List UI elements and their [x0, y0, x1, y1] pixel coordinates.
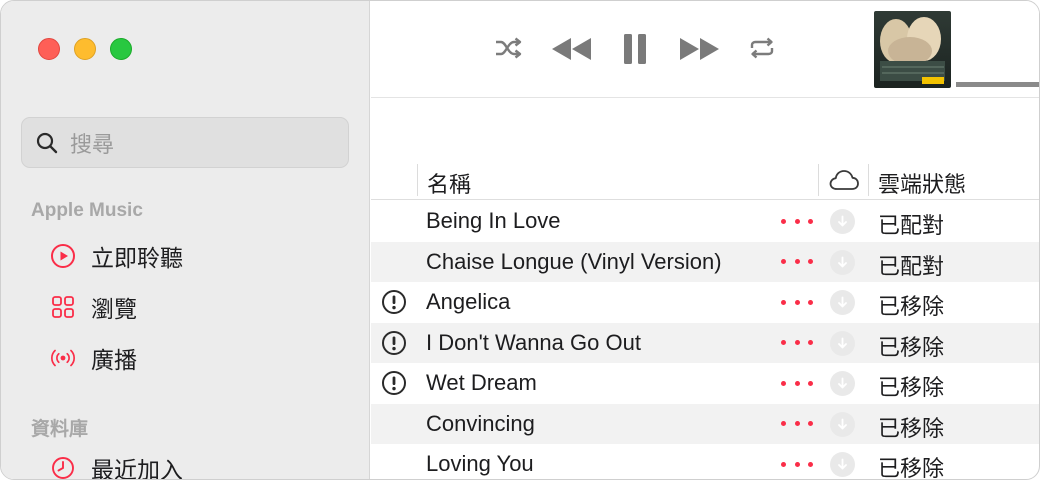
column-divider — [868, 164, 869, 196]
alert-icon[interactable] — [381, 370, 407, 396]
more-options-icon[interactable] — [781, 370, 813, 396]
clock-icon — [49, 454, 77, 479]
minimize-window-button[interactable] — [74, 38, 96, 60]
rewind-button[interactable] — [548, 34, 594, 64]
fast-forward-button[interactable] — [677, 34, 723, 64]
cloud-icon — [829, 170, 859, 190]
sidebar-item-label: 瀏覽 — [91, 296, 137, 322]
song-row[interactable]: Chaise Longue (Vinyl Version) 已配對 — [371, 241, 1039, 282]
search-placeholder: 搜尋 — [70, 131, 115, 157]
song-title: Loving You — [426, 451, 534, 476]
song-row[interactable]: Being In Love 已配對 — [371, 201, 1039, 242]
song-title: Convincing — [426, 410, 535, 436]
more-options-icon[interactable] — [781, 249, 813, 275]
sidebar-item-browse[interactable]: 瀏覽 — [49, 290, 137, 324]
download-icon[interactable] — [830, 249, 855, 275]
song-row[interactable]: Convincing 已移除 — [371, 403, 1039, 444]
repeat-button[interactable] — [747, 35, 777, 61]
cloud-status: 已配對 — [878, 253, 945, 279]
download-icon[interactable] — [830, 290, 855, 315]
section-title-apple-music: Apple Music — [31, 200, 143, 221]
shuffle-icon — [496, 37, 522, 59]
sidebar-item-label: 立即聆聽 — [91, 245, 183, 271]
search-field[interactable]: 搜尋 — [21, 117, 349, 168]
section-title-library: 資料庫 — [31, 419, 89, 440]
close-window-button[interactable] — [38, 38, 60, 60]
column-header-row: 名稱 雲端狀態 — [371, 160, 1039, 200]
pause-icon — [624, 34, 646, 64]
playback-toolbar — [371, 1, 1039, 98]
play-circle-icon — [49, 242, 77, 270]
playback-progress-bar[interactable] — [956, 82, 1039, 87]
sidebar-item-listen-now[interactable]: 立即聆聽 — [49, 239, 183, 273]
column-divider — [417, 164, 418, 196]
rewind-icon — [552, 38, 591, 60]
sidebar-item-radio[interactable]: 廣播 — [49, 341, 137, 375]
more-options-icon[interactable] — [781, 289, 813, 315]
column-divider — [818, 164, 819, 196]
column-header-name[interactable]: 名稱 — [427, 167, 471, 199]
sidebar-item-label: 最近加入 — [91, 457, 183, 480]
download-icon[interactable] — [830, 411, 855, 437]
song-title: Being In Love — [426, 208, 561, 233]
repeat-icon — [750, 37, 774, 59]
cloud-status: 已移除 — [878, 334, 945, 360]
cloud-status: 已移除 — [878, 375, 945, 400]
song-row[interactable]: Angelica 已移除 — [371, 282, 1039, 323]
song-title: Angelica — [426, 289, 511, 314]
download-icon[interactable] — [830, 371, 855, 396]
download-icon[interactable] — [830, 330, 855, 356]
cloud-status: 已移除 — [878, 456, 945, 480]
song-row[interactable]: I Don't Wanna Go Out 已移除 — [371, 322, 1039, 363]
more-options-icon[interactable] — [781, 330, 813, 356]
music-app-window: 搜尋 Apple Music 立即聆聽 瀏覽 廣播 資料庫 最近加入 名稱 雲端… — [0, 0, 1040, 480]
pause-button[interactable] — [620, 32, 650, 66]
song-title: Chaise Longue (Vinyl Version) — [426, 248, 722, 274]
more-options-icon[interactable] — [781, 451, 813, 477]
search-icon — [36, 132, 58, 153]
fast-forward-icon — [680, 38, 719, 60]
sidebar: 搜尋 Apple Music 立即聆聽 瀏覽 廣播 資料庫 最近加入 — [1, 1, 370, 480]
more-options-icon[interactable] — [781, 411, 813, 437]
cloud-status: 已配對 — [878, 213, 945, 238]
zoom-window-button[interactable] — [110, 38, 132, 60]
download-icon[interactable] — [830, 209, 855, 234]
alert-icon[interactable] — [381, 289, 407, 315]
sidebar-item-recently-added[interactable]: 最近加入 — [49, 451, 183, 480]
cloud-status: 已移除 — [878, 294, 945, 319]
song-title: I Don't Wanna Go Out — [426, 329, 641, 355]
column-header-cloud[interactable] — [828, 167, 860, 193]
song-title: Wet Dream — [426, 370, 537, 395]
download-icon[interactable] — [830, 452, 855, 477]
shuffle-button[interactable] — [493, 34, 523, 62]
song-row[interactable]: Loving You 已移除 — [371, 444, 1039, 480]
song-list: 名稱 雲端狀態 Being In Love 已配對 Chaise Longue (V… — [371, 98, 1039, 480]
broadcast-icon — [49, 344, 77, 372]
cloud-status: 已移除 — [878, 415, 945, 441]
grid-icon — [49, 293, 77, 321]
sidebar-item-label: 廣播 — [91, 347, 137, 373]
song-row[interactable]: Wet Dream 已移除 — [371, 363, 1039, 404]
now-playing-artwork[interactable] — [874, 11, 951, 88]
alert-icon[interactable] — [381, 330, 407, 356]
more-options-icon[interactable] — [781, 208, 813, 234]
column-header-cloud-status[interactable]: 雲端狀態 — [878, 167, 966, 199]
window-controls — [38, 38, 132, 60]
